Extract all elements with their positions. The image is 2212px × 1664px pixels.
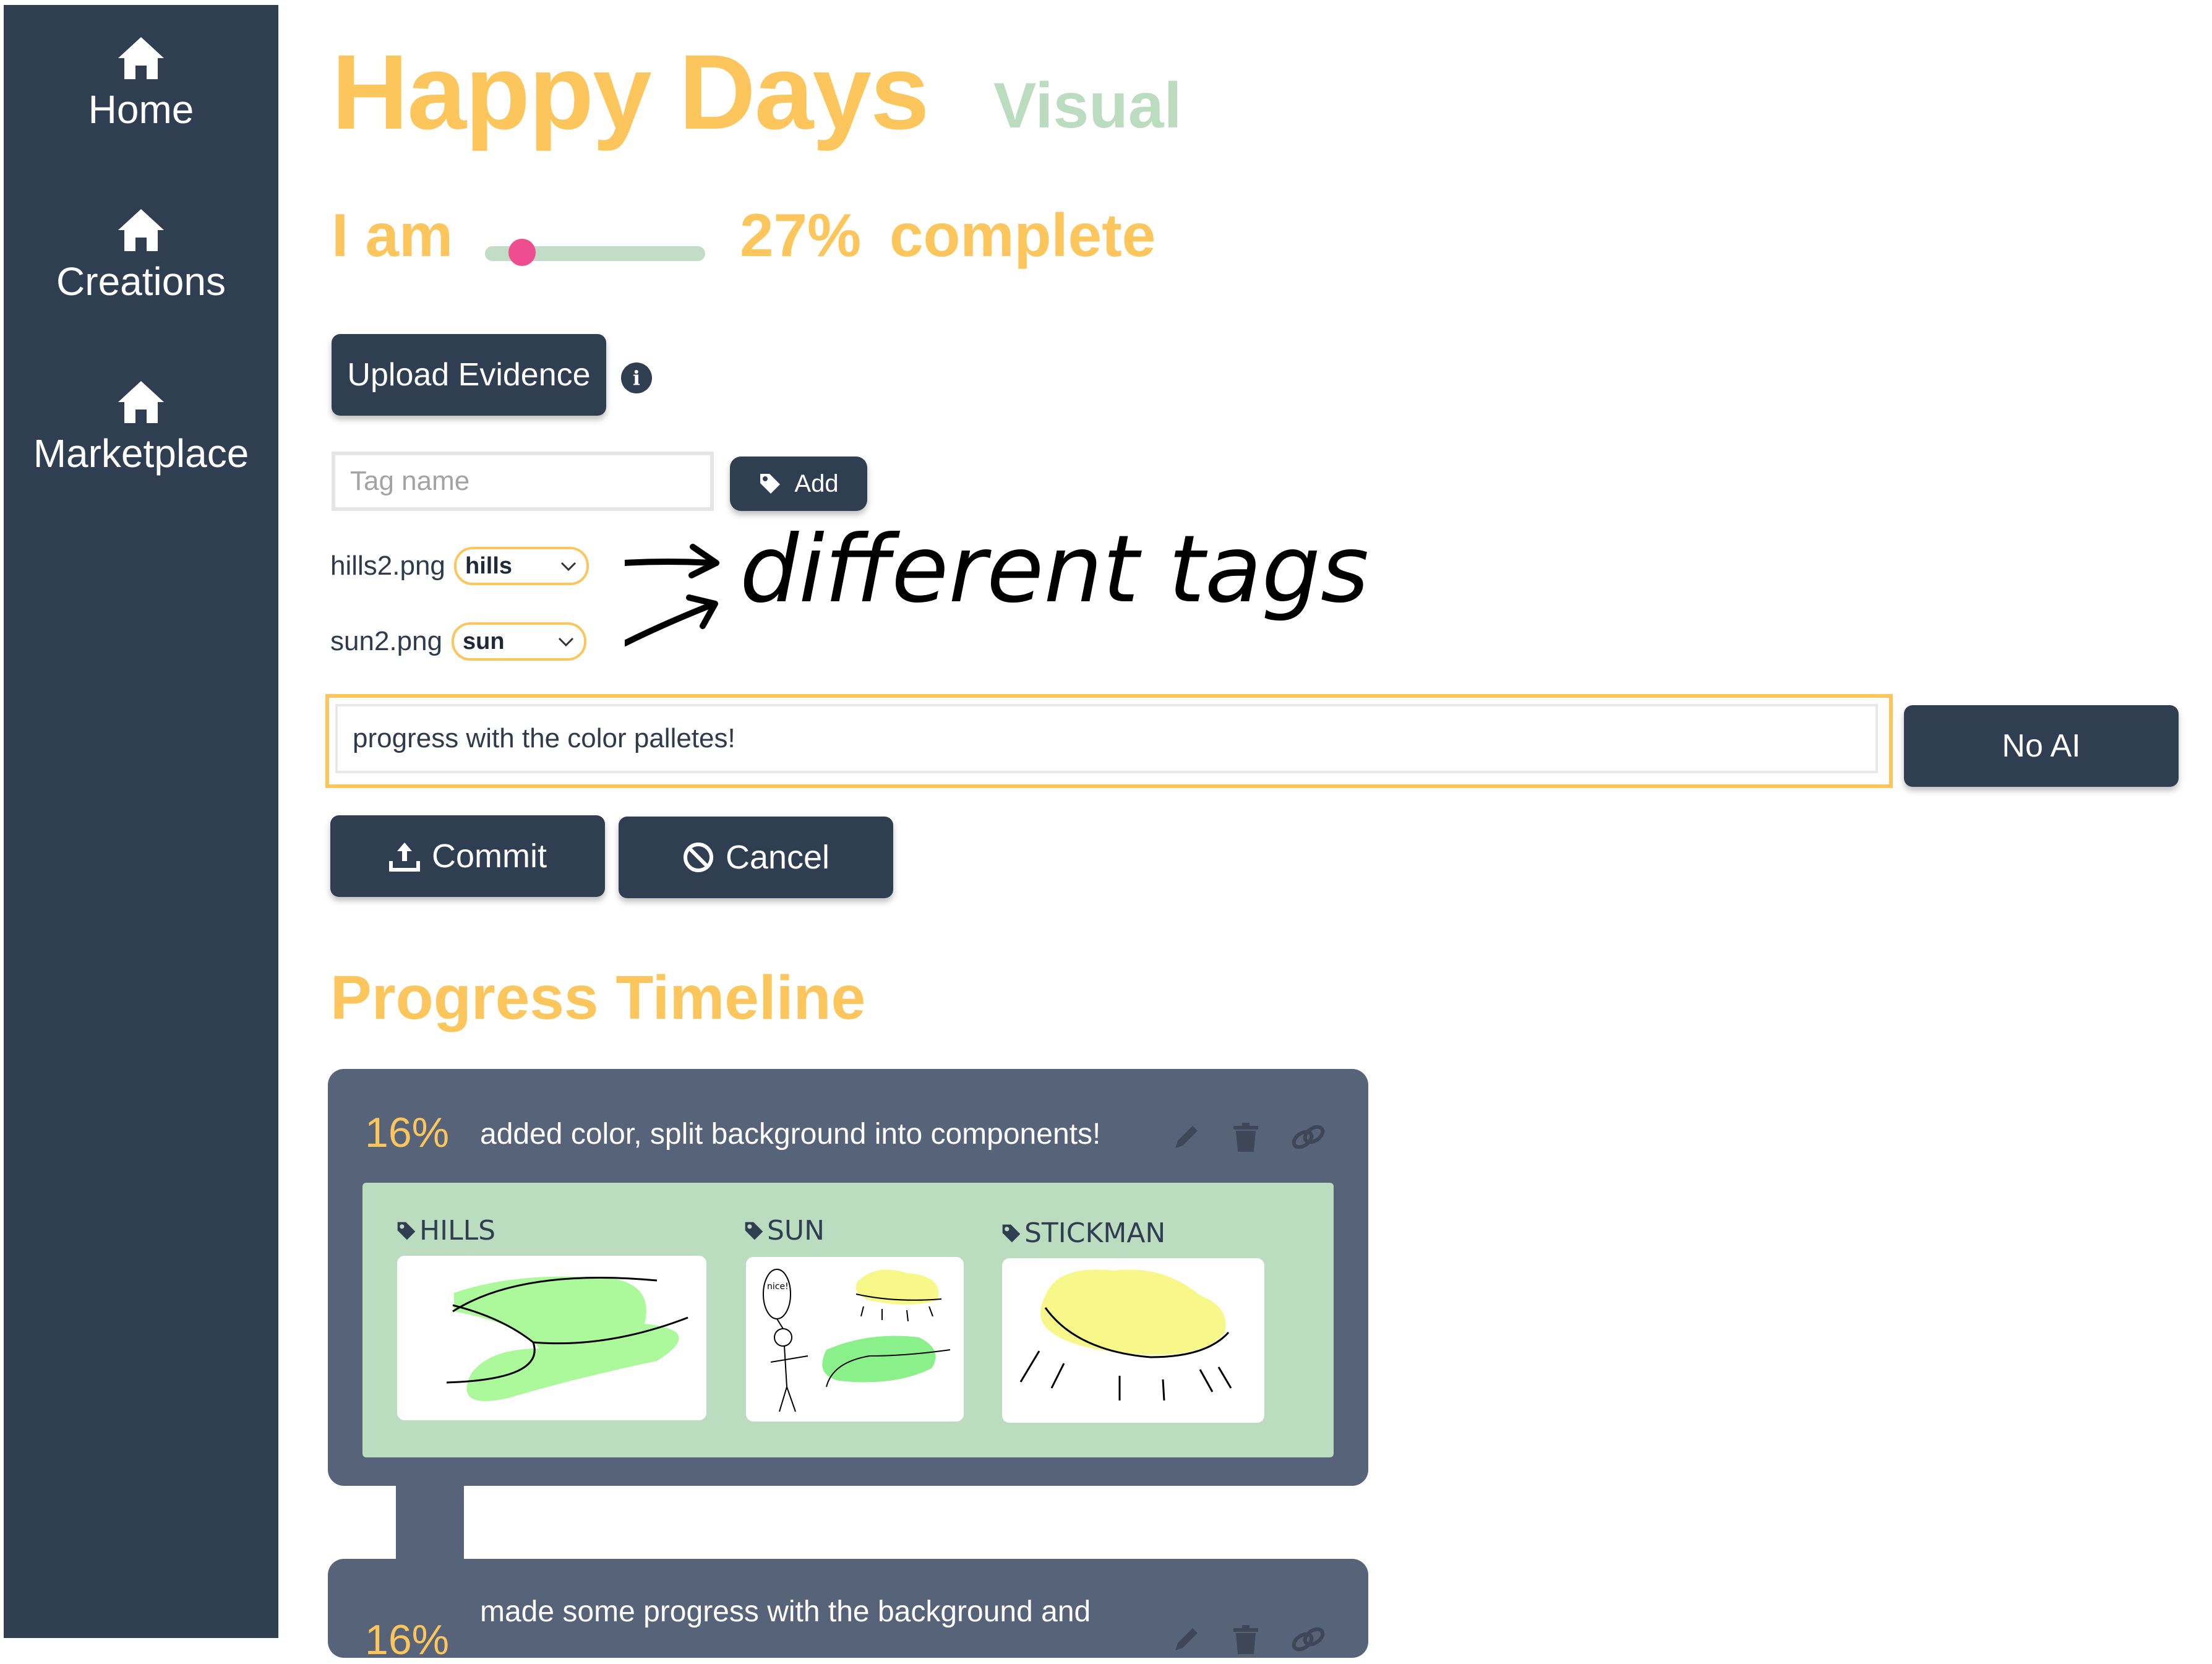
nav-item-marketplace[interactable]: Marketplace — [4, 379, 278, 476]
chevron-down-icon — [558, 637, 574, 647]
evidence-tag-label: HILLS — [396, 1215, 495, 1246]
timeline-message: made some progress with the background a… — [480, 1595, 1091, 1628]
tag-icon — [760, 474, 781, 494]
edit-icon[interactable] — [1170, 1623, 1202, 1658]
tag-select-value: hills — [465, 552, 513, 579]
upload-evidence-button[interactable]: Upload Evidence — [332, 334, 606, 416]
nav-label-marketplace: Marketplace — [33, 431, 249, 476]
page-title: Happy Days — [332, 33, 930, 152]
tag-select-value: sun — [463, 628, 505, 654]
tag-icon — [1002, 1224, 1021, 1242]
chevron-down-icon — [560, 562, 577, 572]
no-ai-button[interactable]: No AI — [1904, 705, 2179, 787]
tag-icon — [745, 1222, 763, 1240]
upload-icon — [389, 843, 420, 872]
trash-icon[interactable] — [1230, 1623, 1262, 1658]
annotation-text: different tags — [740, 520, 1369, 624]
home-icon — [118, 381, 164, 423]
progress-prefix: I am — [332, 201, 453, 269]
cancel-button[interactable]: Cancel — [619, 817, 893, 898]
doodle-text: nice! — [767, 1282, 789, 1292]
nav-label-home: Home — [88, 87, 194, 132]
slider-thumb[interactable] — [508, 239, 536, 266]
info-icon[interactable]: i — [621, 362, 652, 393]
page-subtitle: Visual — [993, 70, 1182, 142]
add-tag-label: Add — [794, 470, 839, 497]
evidence-thumbnail-hills[interactable] — [397, 1256, 706, 1420]
trash-icon[interactable] — [1230, 1121, 1262, 1156]
home-icon — [118, 37, 164, 79]
sun-drawing: nice! — [763, 1269, 951, 1412]
nav-label-creations: Creations — [56, 259, 226, 304]
commit-label: Commit — [432, 838, 547, 875]
tag-select-sun[interactable]: sun — [452, 622, 586, 661]
ban-icon — [683, 843, 713, 872]
edit-icon[interactable] — [1170, 1121, 1202, 1156]
evidence-panel: HILLS SUN nice! STICKMAN — [362, 1183, 1334, 1457]
evidence-tag-label: STICKMAN — [1001, 1217, 1165, 1249]
progress-percent: 27% — [740, 201, 862, 269]
hills-drawing — [446, 1276, 688, 1401]
timeline-message: added color, split background into compo… — [480, 1118, 1101, 1151]
handwritten-annotation: different tags — [625, 520, 1369, 646]
nav-item-home[interactable]: Home — [4, 35, 278, 132]
timeline-title: Progress Timeline — [330, 963, 866, 1032]
progress-suffix: complete — [890, 201, 1156, 269]
commit-message-input[interactable]: progress with the color palletes! — [335, 704, 1878, 773]
tag-icon — [397, 1222, 416, 1240]
home-icon — [118, 209, 164, 251]
file-name: hills2.png — [330, 551, 445, 581]
tag-select-hills[interactable]: hills — [454, 547, 589, 585]
sidebar: Home Creations Marketplace — [4, 5, 278, 1638]
add-tag-button[interactable]: Add — [730, 457, 867, 511]
timeline-card: 16% made some progress with the backgrou… — [328, 1559, 1368, 1663]
file-name: sun2.png — [330, 626, 443, 656]
stickman-drawing — [1019, 1269, 1232, 1401]
tag-name-input[interactable] — [332, 452, 714, 511]
timeline-percent: 16% — [365, 1616, 450, 1663]
evidence-thumbnail-sun[interactable]: nice! — [746, 1257, 964, 1422]
timeline-percent: 16% — [365, 1109, 450, 1156]
nav-item-creations[interactable]: Creations — [4, 207, 278, 304]
commit-button[interactable]: Commit — [330, 815, 605, 897]
evidence-tag-label: SUN — [744, 1215, 825, 1246]
commit-message-wrapper: progress with the color palletes! — [325, 694, 1893, 788]
link-icon[interactable] — [1289, 1121, 1327, 1156]
timeline-card: 16% added color, split background into c… — [328, 1069, 1368, 1486]
link-icon[interactable] — [1289, 1623, 1327, 1658]
evidence-thumbnail-stickman[interactable] — [1002, 1258, 1264, 1423]
cancel-label: Cancel — [725, 839, 830, 876]
